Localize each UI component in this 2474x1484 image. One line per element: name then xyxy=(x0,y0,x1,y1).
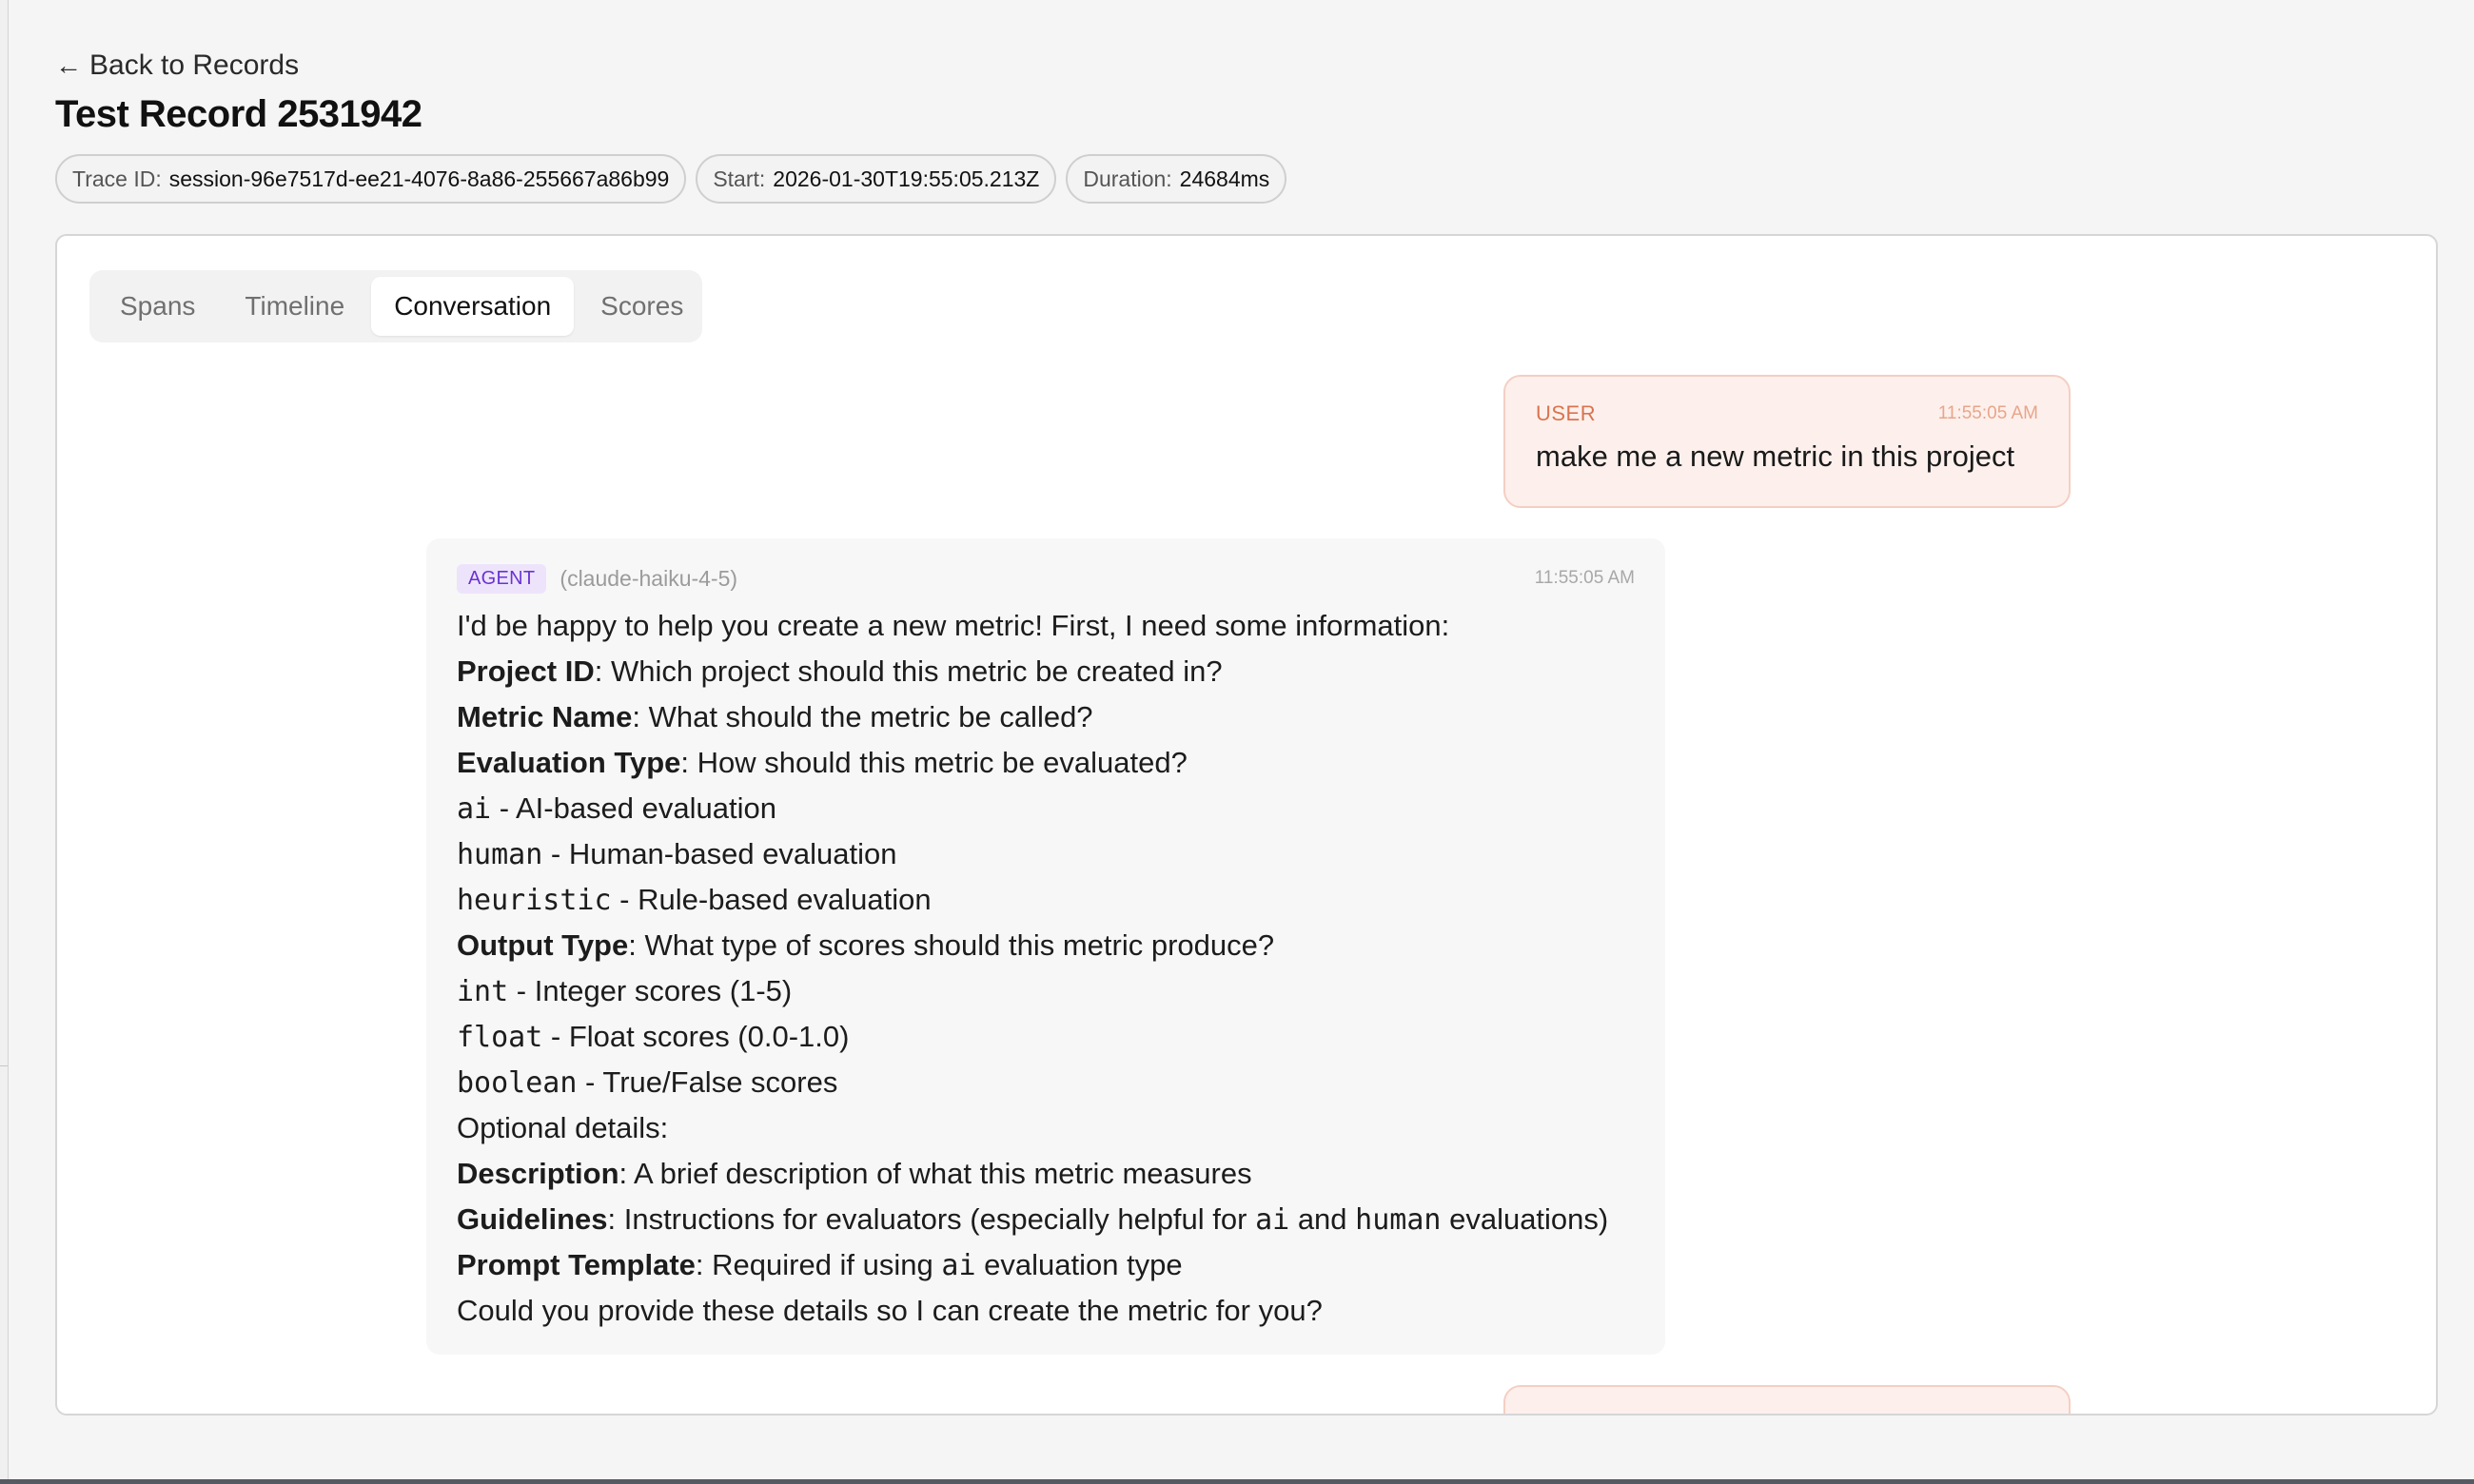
sidebar-edge xyxy=(0,0,9,1484)
duration-value: 24684ms xyxy=(1179,166,1270,191)
back-to-records-link[interactable]: ← Back to Records xyxy=(55,49,422,82)
bottom-bar xyxy=(0,1479,2474,1484)
record-detail-panel: Spans Timeline Conversation Scores USER … xyxy=(55,234,2438,1416)
tab-scores[interactable]: Scores xyxy=(578,277,706,336)
agent-line: float - Float scores (0.0-1.0) xyxy=(457,1020,850,1054)
start-label: Start: xyxy=(713,166,766,191)
agent-line: Guidelines: Instructions for evaluators … xyxy=(457,1202,1609,1237)
trace-id-chip: Trace ID: session-96e7517d-ee21-4076-8a8… xyxy=(55,154,687,204)
tab-spans[interactable]: Spans xyxy=(97,277,218,336)
duration-chip: Duration: 24684ms xyxy=(1066,154,1287,204)
agent-line: heuristic - Rule-based evaluation xyxy=(457,883,932,917)
agent-line: Prompt Template: Required if using ai ev… xyxy=(457,1248,1183,1282)
agent-message-time: 11:55:05 AM xyxy=(1534,568,1635,588)
page-title: Test Record 2531942 xyxy=(55,93,422,135)
duration-label: Duration: xyxy=(1083,166,1172,191)
user-message-text: make me a new metric in this project xyxy=(1536,439,2015,473)
agent-line: Output Type: What type of scores should … xyxy=(457,928,1275,962)
agent-line: Project ID: Which project should this me… xyxy=(457,654,1223,688)
tab-timeline[interactable]: Timeline xyxy=(222,277,367,336)
agent-line: Optional details: xyxy=(457,1111,669,1144)
user-message-time: 11:55:05 AM xyxy=(1937,403,2038,423)
trace-id-value: session-96e7517d-ee21-4076-8a86-255667a8… xyxy=(168,166,670,191)
back-link-label: Back to Records xyxy=(89,49,300,81)
start-chip: Start: 2026-01-30T19:55:05.213Z xyxy=(696,154,1057,204)
agent-line: Could you provide these details so I can… xyxy=(457,1294,1323,1327)
sidebar-divider xyxy=(0,1065,8,1066)
view-tabs: Spans Timeline Conversation Scores xyxy=(89,270,702,342)
trace-id-label: Trace ID: xyxy=(72,166,162,191)
user-message: USER 11:55:05 AM make me a new metric in… xyxy=(1503,375,2071,508)
agent-line: I'd be happy to help you create a new me… xyxy=(457,609,1450,642)
agent-message: AGENT (claude-haiku-4-5) 11:55:05 AM I'd… xyxy=(426,538,1665,1355)
tab-conversation[interactable]: Conversation xyxy=(371,277,575,336)
agent-line: Description: A brief description of what… xyxy=(457,1157,1252,1190)
agent-line: Evaluation Type: How should this metric … xyxy=(457,746,1188,779)
agent-role-badge: AGENT xyxy=(457,563,547,594)
agent-line: Metric Name: What should the metric be c… xyxy=(457,700,1093,733)
agent-model-name: (claude-haiku-4-5) xyxy=(560,565,738,591)
agent-message-body: I'd be happy to help you create a new me… xyxy=(457,603,1635,1334)
arrow-left-icon: ← xyxy=(55,50,82,80)
page-header: ← Back to Records Test Record 2531942 xyxy=(55,49,422,136)
agent-line: int - Integer scores (1-5) xyxy=(457,974,793,1008)
agent-line: ai - AI-based evaluation xyxy=(457,791,776,826)
user-message-next xyxy=(1503,1385,2071,1414)
agent-line: boolean - True/False scores xyxy=(457,1065,838,1100)
start-value: 2026-01-30T19:55:05.213Z xyxy=(773,166,1040,191)
user-role-label: USER xyxy=(1536,401,1597,425)
record-meta-chips: Trace ID: session-96e7517d-ee21-4076-8a8… xyxy=(55,154,1287,204)
agent-line: human - Human-based evaluation xyxy=(457,837,897,871)
